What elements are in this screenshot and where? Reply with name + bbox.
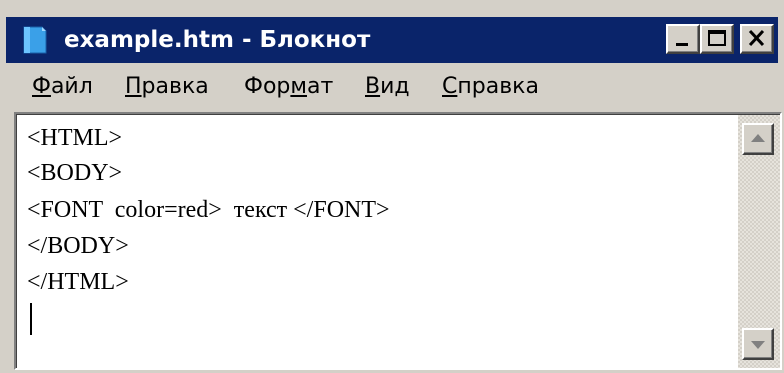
menu-format-accel: м [290, 74, 307, 99]
menu-bar: Файл Правка Формат Вид Справка [6, 64, 778, 110]
title-bar[interactable]: example.htm - Блокнот [6, 17, 778, 63]
text-caret [30, 303, 32, 335]
maximize-icon [708, 30, 726, 46]
menu-format-label-start: Фор [244, 74, 291, 99]
editor-text-area[interactable]: <HTML> <BODY> <FONT color=red> текст </F… [27, 119, 727, 359]
menu-edit[interactable]: Правка [125, 73, 209, 101]
menu-view-accel: В [365, 74, 381, 99]
menu-edit-label: равка [141, 74, 209, 99]
close-button[interactable] [740, 24, 774, 54]
scroll-down-arrow-icon [751, 341, 765, 349]
menu-help-accel: С [442, 74, 458, 99]
menu-help[interactable]: Справка [442, 73, 539, 101]
text-editor-frame: <HTML> <BODY> <FONT color=red> текст </F… [14, 112, 782, 370]
editor-line: </HTML> [27, 269, 129, 295]
menu-file[interactable]: Файл [32, 73, 93, 101]
menu-view[interactable]: Вид [365, 73, 410, 101]
minimize-button[interactable] [666, 24, 700, 54]
notepad-window: example.htm - Блокнот Файл Правка Формат… [0, 0, 784, 373]
maximize-button[interactable] [700, 24, 734, 54]
menu-format[interactable]: Формат [244, 73, 333, 101]
menu-file-accel: Ф [32, 74, 51, 99]
editor-line: <FONT color=red> текст </FONT> [27, 197, 390, 223]
window-title: example.htm - Блокнот [64, 27, 371, 53]
menu-file-label: айл [50, 74, 93, 99]
scroll-up-button[interactable] [742, 123, 774, 155]
editor-line: <HTML> [27, 125, 123, 151]
menu-view-label: ид [380, 74, 410, 99]
menu-help-label: правка [457, 74, 539, 99]
scroll-up-arrow-icon [751, 134, 765, 142]
editor-line: </BODY> [27, 233, 129, 259]
menu-edit-accel: П [125, 74, 142, 99]
close-icon [748, 29, 765, 47]
editor-line: <BODY> [27, 160, 123, 186]
minimize-icon [676, 43, 688, 46]
scroll-down-button[interactable] [742, 328, 774, 360]
notepad-icon[interactable] [18, 25, 52, 55]
menu-format-label-end: ат [306, 74, 334, 99]
text-editor[interactable]: <HTML> <BODY> <FONT color=red> текст </F… [16, 114, 780, 368]
vertical-scrollbar[interactable] [738, 115, 780, 368]
